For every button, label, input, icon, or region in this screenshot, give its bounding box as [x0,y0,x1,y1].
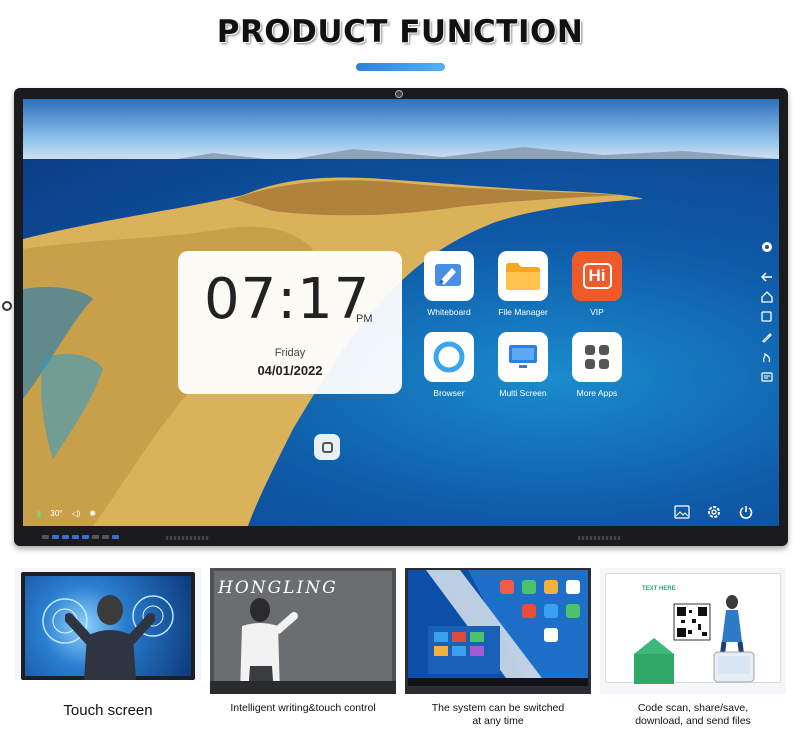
multi-screen-icon [498,332,548,382]
app-more-apps[interactable]: More Apps [560,332,634,398]
feature-caption: Code scan, share/save, download, and sen… [635,702,751,727]
feature-touch-screen: Touch screen [15,568,201,719]
card-text: TEXT HERE [642,586,676,592]
app-label: VIP [590,307,604,317]
app-file-manager[interactable]: File Manager [486,251,560,317]
page-headline: PRODUCT FUNCTION [216,14,584,50]
feature-system-switching: The system can be switched at any time [405,568,591,728]
clock-date: 04/01/2022 [257,363,323,378]
recent-apps-icon[interactable] [759,309,775,325]
folder-icon [498,251,548,301]
more-apps-icon [572,332,622,382]
touch-screen-image [15,568,201,694]
clock-widget[interactable]: 07:17 PM Friday 04/01/2022 [178,251,402,394]
bottom-right-toolbar [673,503,755,521]
board-handwriting: HONGLING [218,578,338,598]
temperature-value: 30° [50,509,63,518]
vip-hi-icon: Hi [572,251,622,301]
headline-accent-bar [356,63,445,71]
weather-icon: ▮ [37,509,42,518]
side-button [2,301,12,311]
feature-caption: The system can be switched at any time [431,702,565,727]
feature-intelligent-writing: HONGLING Intelligent writing&touch contr… [210,568,396,715]
speaker-grille-right [578,536,622,540]
app-label: Browser [433,388,465,398]
writing-image: HONGLING [210,568,396,694]
code-scan-image: TEXT HERE [600,568,786,694]
interactive-display: 07:17 PM Friday 04/01/2022 Whiteboard Fi… [2,88,788,546]
right-sidebar [755,239,779,385]
annotate-icon[interactable] [759,349,775,365]
home-screen: 07:17 PM Friday 04/01/2022 Whiteboard Fi… [23,99,779,526]
home-square-icon [321,441,333,453]
system-switch-image [405,568,591,694]
settings-panel-icon[interactable] [759,369,775,385]
app-whiteboard[interactable]: Whiteboard [412,251,486,317]
pen-icon[interactable] [759,329,775,345]
clock-time: 07:17 [204,267,371,332]
sidebar-toggle-icon[interactable] [759,239,775,255]
browser-icon [424,332,474,382]
clock-day: Friday [274,347,306,359]
power-icon[interactable] [737,503,755,521]
app-multi-screen[interactable]: Multi Screen [486,332,560,398]
camera-icon [395,90,403,98]
brightness-icon[interactable]: ✺ [89,509,96,518]
volume-icon[interactable]: ◁) [72,509,81,518]
status-bar: ▮ 30° ◁) ✺ [37,509,96,518]
whiteboard-icon [424,251,474,301]
app-label: More Apps [576,388,618,398]
app-label: Multi Screen [499,388,547,398]
app-browser[interactable]: Browser [412,332,486,398]
home-button[interactable] [314,434,340,460]
vip-icon-text: Hi [582,263,612,289]
speaker-grille-left [166,536,210,540]
home-icon[interactable] [759,289,775,305]
app-label: File Manager [498,307,548,317]
feature-caption: Intelligent writing&touch control [230,702,376,714]
gear-icon[interactable] [705,503,723,521]
back-icon[interactable] [759,269,775,285]
app-label: Whiteboard [427,307,471,317]
clock-ampm: PM [356,313,373,325]
feature-code-scan: TEXT HERE Code scan, share/save, downloa… [600,568,786,728]
gallery-icon[interactable] [673,503,691,521]
feature-caption: Touch screen [63,702,153,719]
front-ports [42,535,119,539]
app-vip[interactable]: Hi VIP [560,251,634,317]
